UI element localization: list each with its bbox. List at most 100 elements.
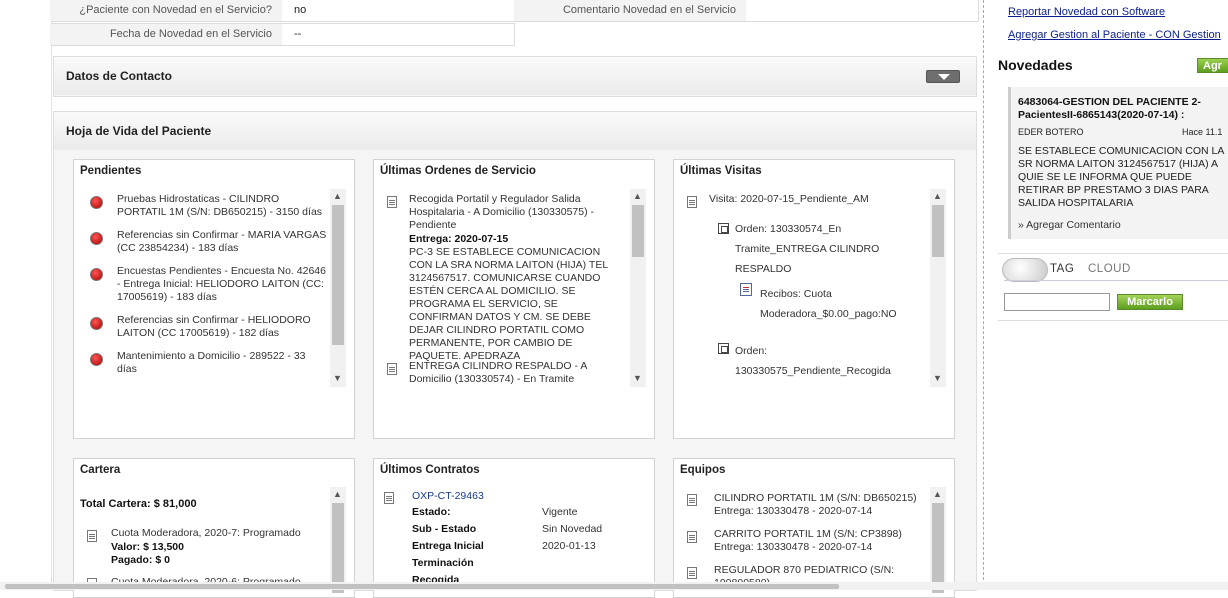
- contacto-section: Datos de Contacto: [53, 56, 977, 97]
- tag-cloud-box: TAG CLOUD Marcarlo: [998, 253, 1228, 321]
- scroll-down-icon[interactable]: ▼: [933, 373, 942, 383]
- cartera-title: Cartera: [80, 464, 121, 476]
- orden-line[interactable]: Orden: 130330574_En: [735, 223, 841, 236]
- cartera-scrollbar[interactable]: ▲: [330, 487, 346, 593]
- visitas-panel: Últimas Visitas Visita: 2020-07-15_Pendi…: [673, 159, 955, 439]
- recibo-line: Moderadora_$0.00_pago:NO: [760, 308, 897, 320]
- terminacion-label: Terminación: [412, 557, 474, 569]
- horizontal-scroll-thumb[interactable]: [5, 584, 839, 589]
- estado-value: Vigente: [542, 506, 578, 518]
- orden-description: PC-3 SE ESTABLECE COMUNICACION CON LA SR…: [409, 246, 608, 362]
- agregar-comentario-link[interactable]: » Agregar Comentario: [1018, 219, 1121, 231]
- document-icon: [387, 196, 397, 208]
- alert-red-icon: [90, 268, 103, 281]
- recibo-line[interactable]: Recibos: Cuota: [760, 288, 832, 301]
- equipo-item[interactable]: REGULADOR 870 PEDIATRICO (S/N:: [714, 564, 894, 577]
- scroll-down-icon[interactable]: ▼: [633, 373, 642, 383]
- novedad-label: ¿Paciente con Novedad en el Servicio?: [50, 0, 282, 21]
- scroll-thumb[interactable]: [332, 205, 344, 345]
- equipos-title: Equipos: [680, 464, 726, 476]
- scroll-up-icon[interactable]: ▲: [633, 191, 642, 201]
- orden-line: Tramite_ENTREGA CILINDRO: [735, 243, 880, 255]
- scroll-thumb[interactable]: [932, 205, 944, 257]
- pendientes-scrollbar[interactable]: ▲ ▼: [330, 189, 346, 387]
- equipos-scrollbar[interactable]: ▲: [930, 487, 946, 593]
- receipt-icon: [740, 283, 752, 296]
- scroll-up-icon[interactable]: ▲: [933, 489, 942, 499]
- field-row-comentario: Comentario Novedad en el Servicio: [514, 0, 979, 22]
- tag-input[interactable]: [1004, 293, 1110, 311]
- document-icon: [687, 531, 697, 543]
- orden-entrega: Entrega: 2020-07-15: [409, 233, 509, 245]
- contrato-codigo[interactable]: OXP-CT-29463: [412, 490, 484, 503]
- contratos-panel: Últimos Contratos OXP-CT-29463 Estado: V…: [373, 458, 655, 598]
- cloud-label: CLOUD: [1088, 263, 1131, 275]
- document-icon: [87, 530, 97, 542]
- ordenes-scrollbar[interactable]: ▲ ▼: [630, 189, 646, 387]
- novedad-title[interactable]: 6483064-GESTION DEL PACIENTE 2-Pacientes…: [1018, 96, 1228, 122]
- novedad-card: 6483064-GESTION DEL PACIENTE 2-Pacientes…: [1008, 87, 1228, 239]
- novedad-fields: ¿Paciente con Novedad en el Servicio? no…: [50, 0, 979, 48]
- scroll-thumb[interactable]: [332, 503, 344, 593]
- equipo-item[interactable]: CARRITO PORTATIL 1M (S/N: CP3898): [714, 528, 902, 541]
- scroll-thumb[interactable]: [932, 503, 944, 593]
- novedad-body: SE ESTABLECE COMUNICACION CON LA SR NORM…: [1018, 145, 1224, 209]
- comentario-label: Comentario Novedad en el Servicio: [514, 0, 746, 21]
- novedades-heading: Novedades: [998, 57, 1073, 73]
- scroll-down-icon[interactable]: ▼: [333, 373, 342, 383]
- alert-red-icon: [90, 353, 103, 366]
- orden-item[interactable]: ENTREGA CILINDRO RESPALDO - A Domicilio …: [409, 360, 621, 386]
- entrega-label: Entrega Inicial: [412, 540, 484, 552]
- total-cartera: Total Cartera: $ 81,000: [80, 498, 197, 510]
- cartera-valor: Valor: $ 13,500: [111, 541, 184, 553]
- equipos-panel: Equipos CILINDRO PORTATIL 1M (S/N: DB650…: [673, 458, 955, 598]
- agregar-gestion-link[interactable]: Agregar Gestion al Paciente - CON Gestio…: [1008, 29, 1221, 41]
- marcarlo-button[interactable]: Marcarlo: [1117, 294, 1183, 310]
- pendiente-item[interactable]: Encuestas Pendientes - Encuesta No. 4264…: [117, 265, 327, 304]
- scroll-thumb[interactable]: [632, 205, 644, 257]
- cartera-item[interactable]: Cuota Moderadora, 2020-7: Programado: [111, 527, 301, 540]
- scroll-up-icon[interactable]: ▲: [333, 489, 342, 499]
- expand-toggle-button[interactable]: [926, 70, 960, 83]
- sidebar-divider: [983, 0, 984, 590]
- scroll-up-icon[interactable]: ▲: [933, 191, 942, 201]
- left-divider: [51, 0, 52, 590]
- novedad-author: EDER BOTERO: [1018, 127, 1084, 137]
- visitas-scrollbar[interactable]: ▲ ▼: [930, 189, 946, 387]
- reportar-novedad-link[interactable]: Reportar Novedad con Software: [1008, 6, 1165, 18]
- ordenes-title: Últimas Ordenes de Servicio: [380, 165, 536, 177]
- contacto-heading: Datos de Contacto: [54, 57, 976, 95]
- tag-label: TAG: [1050, 263, 1075, 275]
- equipo-entrega: Entrega: 130330478 - 2020-07-14: [714, 541, 873, 553]
- alert-red-icon: [90, 232, 103, 245]
- ordenes-panel: Últimas Ordenes de Servicio Recogida Por…: [373, 159, 655, 439]
- order-icon: [718, 223, 729, 234]
- alert-red-icon: [90, 317, 103, 330]
- pendiente-item[interactable]: Pruebas Hidrostaticas - CILINDRO PORTATI…: [117, 193, 327, 219]
- novedad-value: no: [294, 4, 307, 16]
- document-icon: [387, 363, 397, 375]
- subestado-label: Sub - Estado: [412, 523, 477, 535]
- hoja-heading: Hoja de Vida del Paciente: [54, 112, 976, 150]
- cartera-panel: Cartera Total Cartera: $ 81,000 Cuota Mo…: [73, 458, 355, 598]
- pendiente-item[interactable]: Referencias sin Confirmar - MARIA VARGAS…: [117, 229, 327, 255]
- order-icon: [718, 343, 729, 354]
- cloud-icon: [1002, 258, 1048, 282]
- cartera-pagado: Pagado: $ 0: [111, 554, 170, 566]
- equipo-entrega: Entrega: 130330478 - 2020-07-14: [714, 505, 873, 517]
- scroll-up-icon[interactable]: ▲: [333, 191, 342, 201]
- document-icon: [687, 494, 697, 506]
- orden-line: RESPALDO: [735, 263, 792, 275]
- orden-line[interactable]: Orden:: [735, 345, 767, 358]
- pendiente-item[interactable]: Mantenimiento a Domicilio - 289522 - 33 …: [117, 350, 327, 376]
- equipo-item[interactable]: CILINDRO PORTATIL 1M (S/N: DB650215): [714, 492, 917, 505]
- pendientes-title: Pendientes: [80, 165, 142, 177]
- novedad-time: Hace 11.1: [1182, 127, 1223, 137]
- orden-line: 130330575_Pendiente_Recogida: [735, 365, 891, 377]
- orden-item[interactable]: Recogida Portatil y Regulador Salida Hos…: [409, 193, 621, 232]
- field-row-novedad: ¿Paciente con Novedad en el Servicio? no: [50, 0, 515, 22]
- fecha-value: --: [294, 28, 302, 40]
- visita-item[interactable]: Visita: 2020-07-15_Pendiente_AM: [709, 193, 869, 206]
- agregar-button[interactable]: Agr: [1197, 58, 1228, 73]
- pendiente-item[interactable]: Referencias sin Confirmar - HELIODORO LA…: [117, 314, 327, 340]
